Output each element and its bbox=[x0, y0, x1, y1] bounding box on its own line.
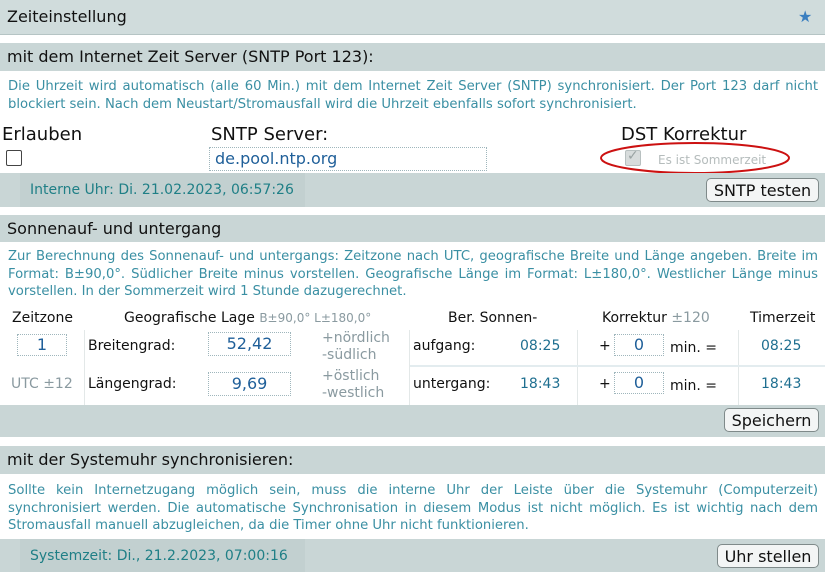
longitude-hint-east: +östlich bbox=[322, 368, 380, 384]
sunset-label: untergang: bbox=[413, 376, 491, 392]
sunset-correction-input[interactable]: 0 bbox=[614, 372, 664, 394]
header-correction-label: Korrektur bbox=[602, 310, 667, 326]
sunrise-correction-input[interactable]: 0 bbox=[614, 334, 664, 356]
col-sep-4 bbox=[738, 330, 739, 405]
header-correction-hint: ±120 bbox=[671, 310, 710, 326]
timezone-hint: UTC ±12 bbox=[11, 376, 73, 392]
header-correction: Korrektur ±120 bbox=[602, 310, 710, 326]
page-title: Zeiteinstellung bbox=[7, 7, 127, 26]
sun-footer-bar bbox=[0, 405, 825, 437]
col-sep-2 bbox=[409, 330, 410, 405]
sntp-description: Die Uhrzeit wird automatisch (alle 60 Mi… bbox=[8, 79, 818, 112]
sys-description: Sollte kein Internetzugang möglich sein,… bbox=[8, 483, 818, 533]
header-sun: Ber. Sonnen- bbox=[448, 310, 538, 326]
sunrise-correction-value: 0 bbox=[633, 335, 645, 354]
header-geo-hint: B±90,0° L±180,0° bbox=[259, 311, 372, 325]
header-geo: Geografische Lage B±90,0° L±180,0° bbox=[124, 310, 371, 326]
internal-clock-text: Interne Uhr: Di. 21.02.2023, 06:57:26 bbox=[30, 182, 294, 198]
col-sep-1 bbox=[84, 330, 85, 405]
sntp-section-title: mit dem Internet Zeit Server (SNTP Port … bbox=[7, 47, 374, 66]
sntp-server-input[interactable]: de.pool.ntp.org bbox=[209, 147, 487, 171]
timezone-input[interactable]: 1 bbox=[17, 334, 67, 356]
sun-section-title: Sonnenauf- und untergang bbox=[7, 219, 222, 238]
latitude-label: Breitengrad: bbox=[88, 338, 176, 354]
allow-checkbox[interactable] bbox=[6, 150, 22, 166]
sunrise-time: 08:25 bbox=[520, 338, 561, 354]
sunset-time: 18:43 bbox=[520, 376, 561, 392]
sunrise-min-label: min. = bbox=[670, 340, 718, 356]
longitude-hint-west: -westlich bbox=[322, 385, 385, 401]
sys-section-title: mit der Systemuhr synchronisieren: bbox=[7, 450, 294, 469]
sunset-plus: + bbox=[599, 376, 611, 392]
set-clock-button[interactable]: Uhr stellen bbox=[717, 544, 819, 568]
sntp-server-value: de.pool.ntp.org bbox=[215, 149, 338, 168]
header-timer: Timerzeit bbox=[750, 310, 816, 326]
sunset-min-label: min. = bbox=[670, 378, 718, 394]
longitude-input[interactable]: 9,69 bbox=[208, 372, 291, 396]
sunrise-timer: 08:25 bbox=[761, 338, 802, 354]
allow-label: Erlauben bbox=[2, 124, 83, 145]
timezone-value: 1 bbox=[36, 335, 48, 354]
col-sep-3 bbox=[577, 330, 578, 405]
latitude-hint-south: -südlich bbox=[322, 347, 377, 363]
row-sep bbox=[410, 365, 825, 367]
sunset-timer: 18:43 bbox=[761, 376, 802, 392]
latitude-input[interactable]: 52,42 bbox=[208, 332, 291, 356]
sunrise-plus: + bbox=[599, 338, 611, 354]
header-timezone: Zeitzone bbox=[12, 310, 73, 326]
latitude-hint-north: +nördlich bbox=[322, 330, 390, 346]
sntp-test-button[interactable]: SNTP testen bbox=[706, 178, 819, 202]
header-geo-label: Geografische Lage bbox=[124, 310, 255, 326]
sun-description: Zur Berechnung des Sonnenauf- und unterg… bbox=[8, 249, 818, 299]
latitude-value: 52,42 bbox=[226, 334, 273, 353]
save-button[interactable]: Speichern bbox=[724, 408, 819, 432]
annotation-ellipse bbox=[600, 142, 790, 174]
sunrise-label: aufgang: bbox=[413, 338, 476, 354]
sntp-server-label: SNTP Server: bbox=[211, 124, 329, 145]
longitude-value: 9,69 bbox=[231, 374, 268, 393]
star-icon[interactable]: ★ bbox=[798, 7, 812, 26]
longitude-label: Längengrad: bbox=[88, 376, 177, 392]
sunset-correction-value: 0 bbox=[633, 373, 645, 392]
system-time-text: Systemzeit: Di., 21.2.2023, 07:00:16 bbox=[30, 548, 288, 564]
